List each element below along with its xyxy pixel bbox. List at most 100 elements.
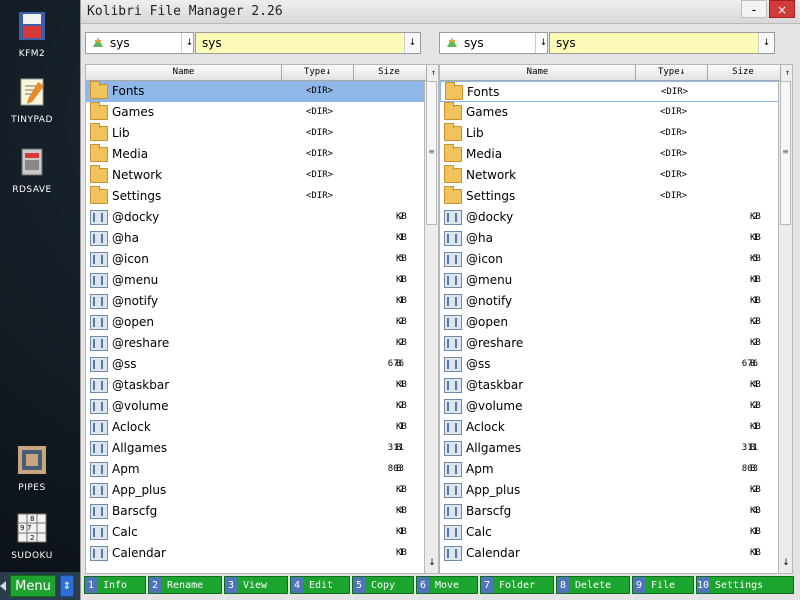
file-row[interactable]: Calendar 1 KB [86, 543, 438, 564]
file-row[interactable]: @open 2 KB [86, 312, 438, 333]
right-drive-select[interactable]: sys ↓ [439, 32, 548, 54]
file-icon [90, 441, 108, 456]
folder-row[interactable]: Games <DIR> [86, 102, 438, 123]
column-name[interactable]: Name [440, 65, 636, 81]
file-row[interactable]: @docky 2 KB [86, 207, 438, 228]
file-name: Calc [466, 525, 492, 539]
path-dropdown-arrow-icon[interactable]: ↓ [404, 33, 420, 53]
file-row[interactable]: Allgames 311 B [86, 438, 438, 459]
close-button[interactable]: × [769, 0, 795, 18]
path-dropdown-arrow-icon[interactable]: ↓ [758, 33, 774, 53]
file-name: Fonts [112, 84, 145, 98]
file-row[interactable]: @volume 2 KB [440, 396, 792, 417]
file-row[interactable]: @volume 2 KB [86, 396, 438, 417]
file-row[interactable]: @icon 5 KB [86, 249, 438, 270]
scroll-down-icon[interactable]: ↓ [779, 555, 792, 571]
file-row[interactable]: Aclock 1 KB [440, 417, 792, 438]
column-size[interactable]: Size [708, 65, 778, 81]
file-row[interactable]: @menu 1 KB [440, 270, 792, 291]
right-path-field[interactable]: sys ↓ [549, 32, 775, 54]
file-row[interactable]: @menu 1 KB [86, 270, 438, 291]
file-row[interactable]: @docky 2 KB [440, 207, 792, 228]
desktop-icon-kfm2[interactable]: KFM2 [8, 10, 56, 59]
file-row[interactable]: @ha 1 KB [440, 228, 792, 249]
right-file-list[interactable]: Name Type↓ Size ↑ Fonts <DIR> Games <DIR> Li… [439, 64, 793, 574]
scroll-up-icon[interactable]: ↑ [426, 65, 438, 81]
file-row[interactable]: App_plus 2 KB [440, 480, 792, 501]
right-path-text: sys [556, 36, 576, 50]
left-file-list[interactable]: Name Type↓ Size ↑ Fonts <DIR> Games <DIR> Li… [85, 64, 439, 574]
scroll-thumb[interactable]: ≡ [426, 81, 437, 225]
folder-row[interactable]: Games <DIR> [440, 102, 792, 123]
file-row[interactable]: @ss 676 B [86, 354, 438, 375]
menu-button[interactable]: Menu [10, 575, 56, 597]
folder-row[interactable]: Media <DIR> [86, 144, 438, 165]
folder-row[interactable]: Settings <DIR> [440, 186, 792, 207]
column-type[interactable]: Type↓ [636, 65, 708, 81]
file-row[interactable]: Apm 803 B [440, 459, 792, 480]
fkey-folder[interactable]: 7 Folder [480, 576, 554, 594]
folder-row[interactable]: Lib <DIR> [440, 123, 792, 144]
file-row[interactable]: Calc 1 KB [86, 522, 438, 543]
minimize-button[interactable]: - [741, 0, 767, 18]
left-drive-select[interactable]: sys ↓ [85, 32, 194, 54]
file-row[interactable]: Barscfg 4 KB [440, 501, 792, 522]
file-icon [90, 546, 108, 561]
left-scrollbar[interactable]: ≡ ↓ [424, 81, 438, 573]
left-path-field[interactable]: sys ↓ [195, 32, 421, 54]
fkey-copy[interactable]: 5 Copy [352, 576, 414, 594]
desktop-icon-pipes[interactable]: PIPES [8, 444, 56, 493]
fkey-settings[interactable]: 10 Settings [696, 576, 794, 594]
file-row[interactable]: Aclock 1 KB [86, 417, 438, 438]
fkey-rename[interactable]: 2 Rename [148, 576, 222, 594]
file-icon [444, 441, 462, 456]
desktop-icon-tinypad[interactable]: TINYPAD [8, 76, 56, 125]
folder-row[interactable]: Network <DIR> [86, 165, 438, 186]
right-scrollbar[interactable]: ≡ ↓ [778, 81, 792, 573]
file-size-unit: KB [396, 275, 407, 285]
file-row[interactable]: Apm 803 B [86, 459, 438, 480]
file-row[interactable]: @taskbar 4 KB [86, 375, 438, 396]
column-size[interactable]: Size [354, 65, 424, 81]
fkey-delete[interactable]: 8 Delete [556, 576, 630, 594]
file-row[interactable]: Calendar 1 KB [440, 543, 792, 564]
title-bar[interactable]: Kolibri File Manager 2.26 - × [81, 0, 800, 24]
scroll-thumb[interactable]: ≡ [780, 81, 791, 225]
file-size-unit: B [396, 464, 402, 474]
file-row[interactable]: @ss 676 B [440, 354, 792, 375]
file-row[interactable]: Calc 1 KB [440, 522, 792, 543]
file-row[interactable]: @notify 1 KB [86, 291, 438, 312]
folder-row[interactable]: Settings <DIR> [86, 186, 438, 207]
taskbar-left-arrow-icon[interactable] [0, 581, 6, 591]
desktop-icon-rdsave[interactable]: RDSAVE [8, 146, 56, 195]
folder-row[interactable]: Fonts <DIR> [86, 81, 438, 102]
file-row[interactable]: Allgames 311 B [440, 438, 792, 459]
file-icon [444, 336, 462, 351]
file-size-unit: KB [396, 254, 407, 264]
file-row[interactable]: @taskbar 4 KB [440, 375, 792, 396]
desktop-icon-sudoku[interactable]: 8 9 7 2 SUDOKU [8, 512, 56, 561]
fkey-view[interactable]: 3 View [224, 576, 288, 594]
folder-row[interactable]: Media <DIR> [440, 144, 792, 165]
fkey-file[interactable]: 9 File [632, 576, 694, 594]
file-row[interactable]: Barscfg 4 KB [86, 501, 438, 522]
folder-row[interactable]: Lib <DIR> [86, 123, 438, 144]
file-icon [90, 378, 108, 393]
file-row[interactable]: @icon 5 KB [440, 249, 792, 270]
window-switch-button[interactable]: ⇕ [60, 575, 74, 597]
column-type[interactable]: Type↓ [282, 65, 354, 81]
fkey-edit[interactable]: 4 Edit [290, 576, 350, 594]
folder-row[interactable]: Network <DIR> [440, 165, 792, 186]
file-row[interactable]: @ha 1 KB [86, 228, 438, 249]
fkey-move[interactable]: 6 Move [416, 576, 478, 594]
file-row[interactable]: @reshare 2 KB [86, 333, 438, 354]
scroll-down-icon[interactable]: ↓ [425, 555, 438, 571]
folder-row[interactable]: Fonts <DIR> [440, 81, 792, 102]
file-row[interactable]: @open 2 KB [440, 312, 792, 333]
scroll-up-icon[interactable]: ↑ [780, 65, 792, 81]
file-row[interactable]: App_plus 2 KB [86, 480, 438, 501]
fkey-info[interactable]: 1 Info [84, 576, 146, 594]
file-row[interactable]: @notify 1 KB [440, 291, 792, 312]
column-name[interactable]: Name [86, 65, 282, 81]
file-row[interactable]: @reshare 2 KB [440, 333, 792, 354]
